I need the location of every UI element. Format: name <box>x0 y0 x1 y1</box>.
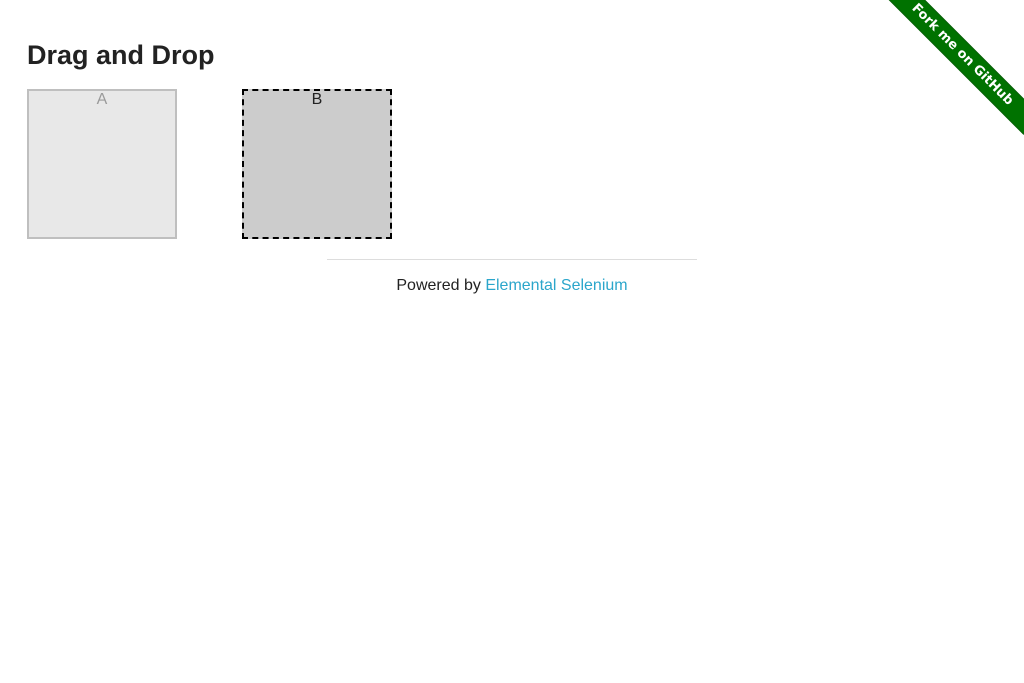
footer: Powered by Elemental Selenium <box>327 276 697 296</box>
page-title: Drag and Drop <box>27 40 215 70</box>
fork-me-on-github-ribbon[interactable]: Fork me on GitHub <box>884 0 1024 135</box>
column-a-header: A <box>96 91 108 108</box>
column-b-header: B <box>311 91 323 108</box>
elemental-selenium-link[interactable]: Elemental Selenium <box>485 277 627 294</box>
draggable-column-b[interactable]: B <box>242 89 392 239</box>
footer-prefix: Powered by <box>396 277 486 294</box>
footer-divider <box>327 259 697 260</box>
github-ribbon-container: Fork me on GitHub <box>884 0 1024 140</box>
draggable-column-a[interactable]: A <box>27 89 177 239</box>
page: Drag and Drop A B Powered by Elemental S… <box>0 0 1024 683</box>
